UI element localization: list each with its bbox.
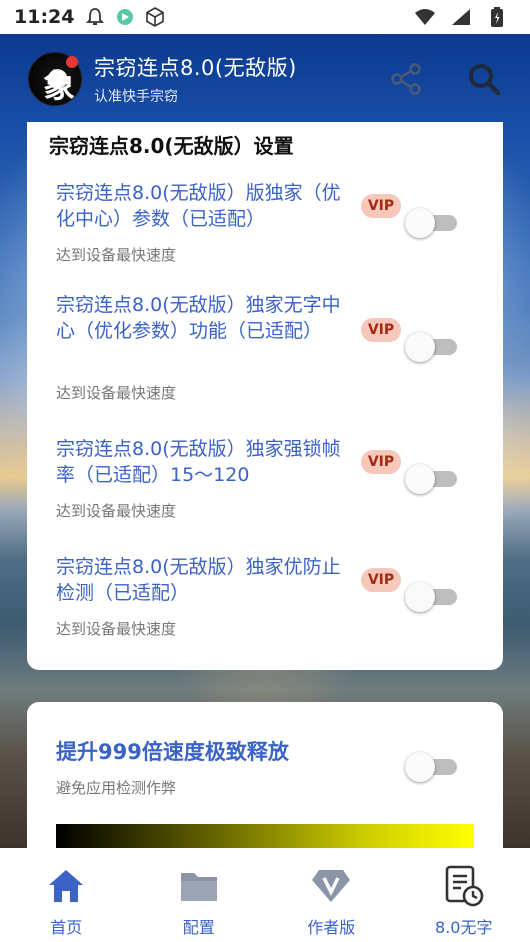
alarm-icon xyxy=(84,6,106,28)
setting-label: 宗窃连点8.0(无敌版）独家无字中心（优化参数）功能（已适配） xyxy=(56,294,341,342)
setting-toggle[interactable] xyxy=(405,464,459,494)
nav-item-author[interactable]: 作者版 xyxy=(265,848,398,942)
notification-dot xyxy=(66,56,78,68)
share-icon xyxy=(391,63,421,95)
app-header: 象 宗窃连点8.0(无敌版) 认准快手宗窃 xyxy=(0,34,530,124)
status-time: 11:24 xyxy=(14,6,75,28)
setting-label: 宗窃连点8.0(无敌版）独家优防止检测（已适配） xyxy=(56,556,341,604)
folder-icon xyxy=(179,866,219,906)
home-icon xyxy=(46,866,86,906)
app-status-icon xyxy=(114,6,136,28)
search-icon xyxy=(469,64,501,96)
battery-icon xyxy=(486,6,508,28)
setting-toggle[interactable] xyxy=(405,208,459,238)
setting-desc: 达到设备最快速度 xyxy=(56,246,177,264)
setting-desc: 达到设备最快速度 xyxy=(56,620,177,638)
setting-desc: 达到设备最快速度 xyxy=(56,502,177,520)
bottom-nav: 首页 配置 作者版 8.0无字 xyxy=(0,848,530,942)
signal-icon xyxy=(450,6,472,28)
toggle-knob xyxy=(405,208,435,238)
nav-item-8-0-wuzi[interactable]: 8.0无字 xyxy=(398,848,530,942)
setting-toggle[interactable] xyxy=(405,582,459,612)
vip-badge: VIP xyxy=(361,450,401,474)
settings-card: 宗窃连点8.0(无敌版）设置 宗窃连点8.0(无敌版）版独家（优化中心）参数（已… xyxy=(27,122,503,670)
boost-desc: 避免应用检测作弊 xyxy=(56,779,177,797)
share-button[interactable] xyxy=(388,61,424,97)
vip-badge: VIP xyxy=(361,318,401,342)
toggle-knob xyxy=(405,752,435,782)
boost-title: 提升999倍速度极致释放 xyxy=(56,740,289,764)
vip-badge: VIP xyxy=(361,194,401,218)
cube-icon xyxy=(144,6,166,28)
app-title: 宗窃连点8.0(无敌版) xyxy=(94,56,297,80)
status-bar: 11:24 xyxy=(0,0,530,34)
toggle-knob xyxy=(405,332,435,362)
setting-desc: 达到设备最快速度 xyxy=(56,384,177,402)
nav-label: 配置 xyxy=(182,918,215,937)
search-button[interactable] xyxy=(466,61,502,97)
setting-toggle[interactable] xyxy=(405,332,459,362)
toggle-knob xyxy=(405,464,435,494)
nav-label: 首页 xyxy=(50,918,83,937)
header-actions xyxy=(388,61,502,97)
nav-item-home[interactable]: 首页 xyxy=(0,848,133,942)
nav-label: 作者版 xyxy=(307,918,356,937)
nav-label: 8.0无字 xyxy=(435,918,493,937)
wifi-icon xyxy=(414,6,436,28)
vip-badge: VIP xyxy=(361,568,401,592)
app-subtitle: 认准快手宗窃 xyxy=(94,89,178,105)
nav-item-config[interactable]: 配置 xyxy=(133,848,266,942)
settings-card-title: 宗窃连点8.0(无敌版）设置 xyxy=(49,134,294,158)
document-clock-icon xyxy=(444,865,484,907)
toggle-knob xyxy=(405,582,435,612)
header-text: 宗窃连点8.0(无敌版) 认准快手宗窃 xyxy=(94,52,297,106)
setting-label: 宗窃连点8.0(无敌版）版独家（优化中心）参数（已适配） xyxy=(56,182,341,230)
vip-diamond-icon xyxy=(311,866,351,906)
boost-toggle[interactable] xyxy=(405,752,459,782)
setting-label: 宗窃连点8.0(无敌版）独家强锁帧率（已适配）15～120 xyxy=(56,438,341,486)
